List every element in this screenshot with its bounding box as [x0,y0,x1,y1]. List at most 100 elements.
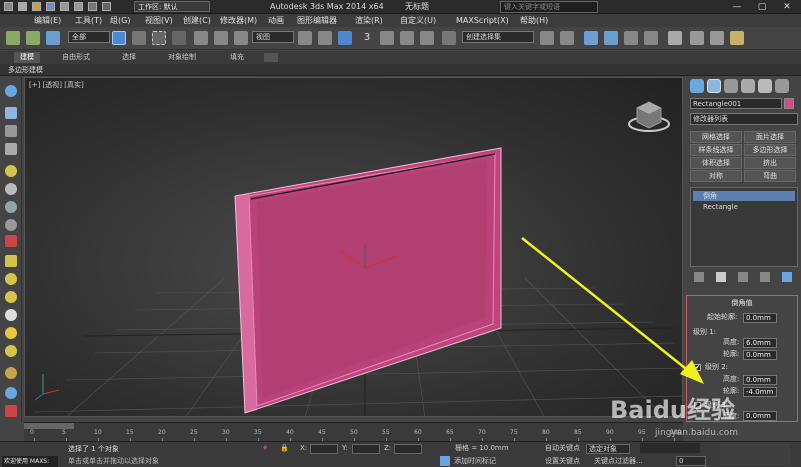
grid-tool-icon[interactable] [5,125,17,137]
menu-tools[interactable]: 工具(T) [75,15,102,26]
select-by-name-icon[interactable] [132,31,146,45]
edit-named-selection-icon[interactable] [442,31,456,45]
display-panel-icon[interactable] [758,79,772,93]
render-production-icon[interactable] [730,31,744,45]
move-icon[interactable] [194,31,208,45]
particle-icon[interactable] [5,387,17,399]
key-filters-button[interactable]: 关键点过滤器... [594,456,643,466]
layer-manager-icon[interactable] [584,31,598,45]
auto-key-label[interactable]: 自动关键点 [545,443,580,453]
angle-snap-icon[interactable] [380,31,394,45]
redo-toolbar-icon[interactable] [26,31,40,45]
start-outline-spinner[interactable]: 0.0mm [743,313,777,323]
z-coordinate-field[interactable] [394,444,422,454]
configure-sets-icon[interactable] [782,272,792,282]
remove-modifier-icon[interactable] [760,272,770,282]
named-selection-dropdown[interactable]: 创建选择集 [462,31,534,43]
mesh-select-button[interactable]: 网格选择 [690,131,742,143]
menu-maxscript[interactable]: MAXScript(X) [456,15,509,26]
rectangular-selection-icon[interactable] [152,31,166,45]
menu-graph-editors[interactable]: 图形编辑器 [297,15,337,26]
project-folder-icon[interactable] [88,2,97,11]
time-tag-icon[interactable] [440,456,450,466]
spline-select-button[interactable]: 样条线选择 [690,144,742,156]
tab-selection[interactable]: 选择 [122,52,136,63]
window-crossing-icon[interactable] [172,31,186,45]
torus-tool-icon[interactable] [5,219,17,231]
scale-icon[interactable] [234,31,248,45]
app-menu-icon[interactable] [4,2,13,11]
viewport-label[interactable]: [+] [透视] [真实] [29,80,84,90]
isolate-selection-icon[interactable]: ♦ [262,443,268,453]
level1-height-spinner[interactable]: 6.0mm [743,338,777,348]
patch-select-button[interactable]: 面片选择 [744,131,796,143]
keyboard-shortcut-override-icon[interactable] [338,31,352,45]
open-file-icon[interactable] [32,2,41,11]
rotate-icon[interactable] [214,31,228,45]
polygon-modeling-bar[interactable]: 多边形建模 [0,64,801,76]
teapot-tool-icon[interactable] [5,183,17,195]
viewport-navigation-controls[interactable] [720,443,790,465]
minimize-button[interactable]: — [725,1,749,13]
cylinder-tool-icon[interactable] [5,201,17,213]
pin-stack-icon[interactable] [694,272,704,282]
rendered-frame-window-icon[interactable] [710,31,724,45]
tab-populate[interactable]: 填充 [230,52,244,63]
plane-tool-icon[interactable] [5,143,17,155]
stack-item-rectangle[interactable]: Rectangle [693,202,795,212]
quick-access-dropdown-icon[interactable] [102,2,111,11]
poly-select-button[interactable]: 多边形选择 [744,144,796,156]
cone-icon[interactable] [5,309,17,321]
modify-panel-icon[interactable] [707,79,721,93]
y-coordinate-field[interactable] [352,444,380,454]
light-tool-icon[interactable] [5,165,17,177]
save-file-icon[interactable] [46,2,55,11]
motion-panel-icon[interactable] [741,79,755,93]
ribbon-options-icon[interactable] [264,53,278,62]
object-color-swatch[interactable] [784,98,794,109]
add-time-tag[interactable]: 添加时间标记 [454,456,496,466]
level2-height-spinner[interactable]: 0.0mm [743,375,777,385]
tab-freeform[interactable]: 自由形式 [62,52,90,63]
workspace-dropdown[interactable]: 工作区: 默认 [134,1,210,12]
material-editor-icon[interactable] [668,31,682,45]
selection-filter-dropdown[interactable]: 全部 [68,31,110,43]
curve-editor-icon[interactable] [624,31,638,45]
menu-group[interactable]: 组(G) [110,15,130,26]
current-frame-field[interactable]: 0 [676,456,706,466]
maxscript-listener[interactable]: 欢迎使用 MAXS: [2,456,58,467]
misc-tool-icon[interactable] [5,405,17,417]
create-panel-icon[interactable] [690,79,704,93]
utilities-panel-icon[interactable] [775,79,789,93]
snaps-toggle-icon[interactable]: 3 [360,31,374,45]
x-coordinate-field[interactable] [310,444,338,454]
modifier-list-dropdown[interactable]: 修改器列表 [690,113,798,125]
hierarchy-panel-icon[interactable] [724,79,738,93]
dome-icon[interactable] [5,273,17,285]
ring-icon[interactable] [5,291,17,303]
stack-item-bevel[interactable]: 倒角 [693,191,795,201]
bone-icon[interactable] [5,367,17,379]
timeline[interactable]: 0 5 10 15 20 25 30 35 40 45 50 55 60 65 70 75 80 85 90 95 10… [24,422,683,442]
selection-lock-icon[interactable]: 🔒 [280,443,289,453]
align-icon[interactable] [560,31,574,45]
undo-toolbar-icon[interactable] [6,31,20,45]
volume-select-button[interactable]: 体积选择 [690,157,742,169]
search-input[interactable]: 键入关键字或短语 [500,1,598,13]
redo-icon[interactable] [74,2,83,11]
sphere-gold-icon[interactable] [5,345,17,357]
playback-controls[interactable] [640,443,700,453]
object-name-field[interactable]: Rectangle001 [690,98,782,109]
bevelled-rectangle-object[interactable] [234,147,502,414]
helper-tool-icon[interactable] [5,235,17,247]
bevel-values-title[interactable]: 倒角值 [687,298,797,308]
close-button[interactable]: ✕ [775,1,799,13]
menu-modifiers[interactable]: 修改器(M) [220,15,257,26]
menu-create[interactable]: 创建(C) [183,15,211,26]
level3-height-spinner[interactable]: 0.0mm [743,411,777,421]
menu-rendering[interactable]: 渲染(R) [355,15,383,26]
new-file-icon[interactable] [18,2,27,11]
menu-edit[interactable]: 编辑(E) [34,15,61,26]
level1-outline-spinner[interactable]: 0.0mm [743,350,777,360]
perspective-viewport[interactable]: [+] [透视] [真实] [24,77,683,417]
